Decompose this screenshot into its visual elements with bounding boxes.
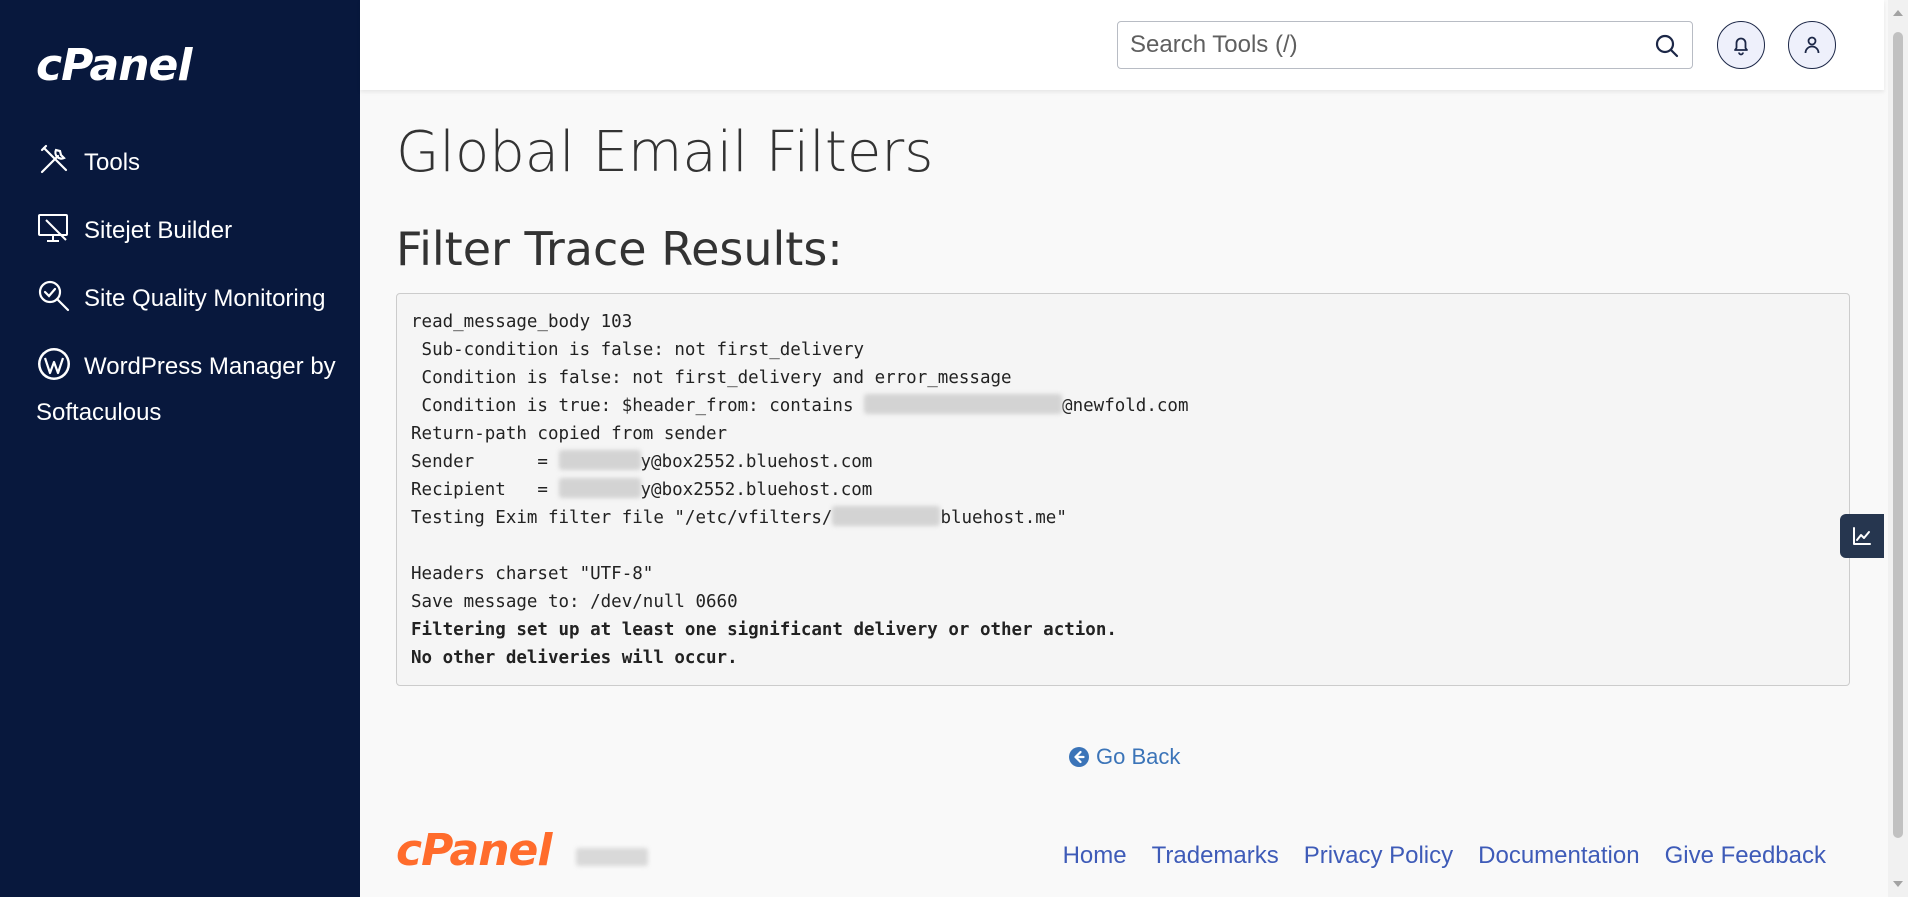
top-header <box>360 0 1884 90</box>
footer-link-documentation[interactable]: Documentation <box>1478 842 1639 870</box>
search-box <box>1117 21 1693 69</box>
go-back-label: Go Back <box>1096 744 1181 769</box>
trace-line-empty <box>411 532 1835 560</box>
redacted-text <box>864 394 1063 414</box>
trace-text: Testing Exim filter file "/etc/vfilters/ <box>411 508 833 528</box>
footer-cpanel-logo: cPanel <box>396 825 552 876</box>
footer-link-give-feedback[interactable]: Give Feedback <box>1665 842 1826 870</box>
page-title: Global Email Filters <box>396 120 934 185</box>
arrow-left-circle-icon <box>1069 747 1089 767</box>
footer-link-privacy-policy[interactable]: Privacy Policy <box>1304 842 1453 870</box>
wordpress-icon <box>36 346 72 382</box>
sidebar-item-wordpress-manager[interactable]: WordPress Manager by Softaculous <box>36 344 336 436</box>
trace-line: Sub-condition is false: not first_delive… <box>411 340 865 360</box>
search-input[interactable] <box>1118 22 1638 68</box>
trace-text: Recipient = <box>411 480 559 500</box>
trace-line: Save message to: /dev/null 0660 <box>411 592 738 612</box>
trace-text: bluehost.me" <box>940 508 1067 528</box>
cpanel-logo[interactable]: cPanel <box>36 40 192 91</box>
user-menu-button[interactable] <box>1788 21 1836 69</box>
notifications-button[interactable] <box>1717 21 1765 69</box>
footer-link-home[interactable]: Home <box>1063 842 1127 870</box>
redacted-version <box>576 848 648 866</box>
sidebar-item-tools[interactable]: Tools <box>36 140 336 186</box>
trace-line: Filtering set up at least one significan… <box>411 620 1117 640</box>
sidebar-item-label: Tools <box>84 149 141 176</box>
sidebar-nav: Tools Sitejet Builder Site Quality Monit… <box>36 140 336 458</box>
trace-line: Testing Exim filter file "/etc/vfilters/… <box>411 504 1835 532</box>
sidebar-item-site-quality-monitoring[interactable]: Site Quality Monitoring <box>36 276 336 322</box>
scroll-down-arrow[interactable] <box>1893 881 1903 887</box>
redacted-text <box>558 478 641 498</box>
trace-line: Condition is false: not first_delivery a… <box>411 368 1012 388</box>
trace-line: Condition is true: $header_from: contain… <box>411 392 1835 420</box>
trace-line: Return-path copied from sender <box>411 424 728 444</box>
monitor-brush-icon <box>36 210 72 246</box>
sidebar-item-label: Sitejet Builder <box>84 217 233 244</box>
footer-link-trademarks[interactable]: Trademarks <box>1152 842 1279 870</box>
trace-text: @newfold.com <box>1062 396 1189 416</box>
section-title: Filter Trace Results: <box>396 222 843 276</box>
trace-line: Headers charset "UTF-8" <box>411 564 654 584</box>
sidebar-item-label: Site Quality Monitoring <box>84 285 326 312</box>
magnifier-check-icon <box>36 278 72 314</box>
trace-line: Recipient = y@box2552.bluehost.com <box>411 476 1835 504</box>
tools-icon <box>36 142 72 178</box>
redacted-text <box>558 450 641 470</box>
redacted-text <box>832 506 941 526</box>
search-icon[interactable] <box>1654 33 1680 59</box>
sidebar-item-sitejet-builder[interactable]: Sitejet Builder <box>36 208 336 254</box>
scroll-thumb[interactable] <box>1893 32 1903 838</box>
sidebar-item-label: WordPress Manager by Softaculous <box>36 353 336 426</box>
trace-line: Sender = y@box2552.bluehost.com <box>411 448 1835 476</box>
bell-icon <box>1734 37 1748 56</box>
line-chart-icon <box>1853 527 1871 545</box>
user-icon <box>1804 36 1820 54</box>
trace-line: read_message_body 103 <box>411 312 633 332</box>
scroll-up-arrow[interactable] <box>1893 10 1903 16</box>
trace-text: y@box2552.bluehost.com <box>640 452 873 472</box>
trace-line: No other deliveries will occur. <box>411 648 738 668</box>
trace-text: Condition is true: $header_from: contain… <box>411 396 865 416</box>
analytics-tab[interactable] <box>1840 514 1884 558</box>
trace-text: y@box2552.bluehost.com <box>640 480 873 500</box>
trace-text: Sender = <box>411 452 559 472</box>
sidebar: cPanel Tools Sitejet Builder Site Qualit… <box>0 0 360 897</box>
footer-links: Home Trademarks Privacy Policy Documenta… <box>1063 842 1826 870</box>
trace-results-box: read_message_body 103 Sub-condition is f… <box>396 293 1850 686</box>
go-back-link[interactable]: Go Back <box>1068 744 1180 770</box>
page-scrollbar[interactable] <box>1888 0 1908 897</box>
